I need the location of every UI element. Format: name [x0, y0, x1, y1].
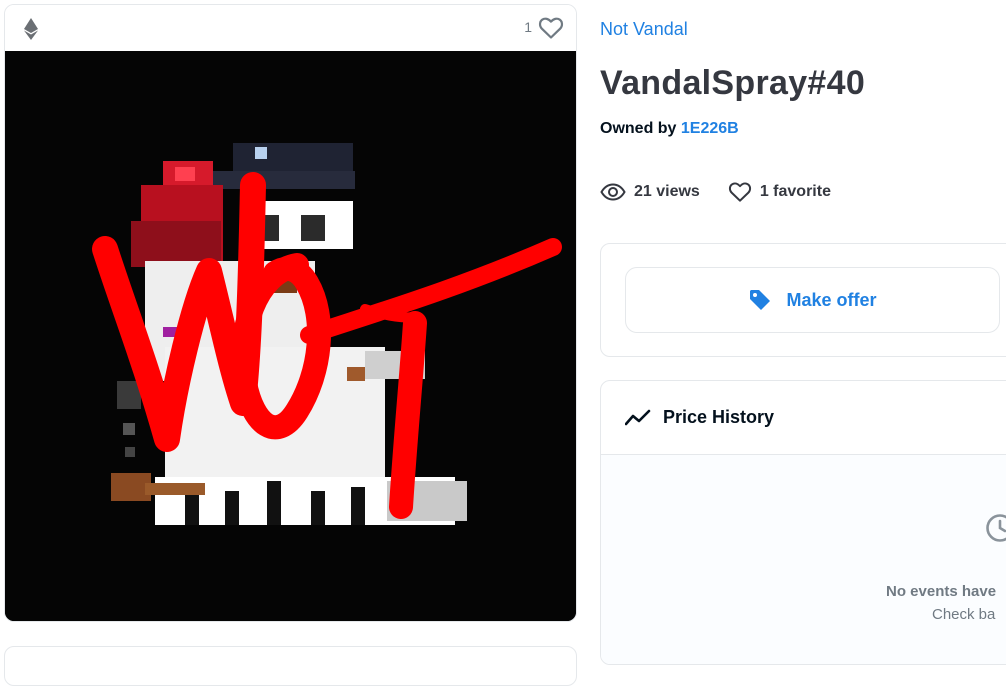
nft-title: VandalSpray#40 [600, 64, 865, 103]
clock-icon [985, 513, 1006, 543]
make-offer-button[interactable]: Make offer [625, 267, 1000, 333]
favorite-count: 1 [524, 19, 532, 35]
nft-media-card: 1 [4, 4, 577, 622]
owner-row: Owned by 1E226B [600, 120, 739, 138]
stats-row: 21 views 1 favorite [600, 181, 859, 203]
offer-panel: Make offer [600, 243, 1006, 357]
empty-state-subtitle: Check ba [932, 606, 995, 623]
details-card [4, 646, 577, 686]
owner-link[interactable]: 1E226B [681, 120, 739, 137]
eye-icon [600, 183, 626, 201]
views-stat: 21 views [600, 183, 700, 201]
collection-link[interactable]: Not Vandal [600, 19, 688, 40]
tag-icon [748, 288, 772, 312]
ethereum-icon [23, 18, 39, 40]
heart-icon[interactable] [538, 16, 564, 40]
media-header: 1 [5, 5, 576, 51]
empty-state-title: No events have [886, 583, 996, 600]
favorites-stat: 1 favorite [728, 181, 831, 203]
price-history-body: No events have Check ba [601, 455, 1006, 665]
nft-image[interactable] [5, 51, 576, 621]
views-count: 21 views [634, 183, 700, 201]
favorites-count: 1 favorite [760, 183, 831, 201]
owned-by-label: Owned by [600, 120, 676, 137]
price-history-header[interactable]: Price History [601, 381, 1006, 455]
trend-line-icon [625, 409, 651, 427]
price-history-title: Price History [663, 407, 774, 428]
make-offer-label: Make offer [786, 290, 876, 311]
heart-outline-icon [728, 181, 752, 203]
price-history-panel: Price History No events have Check ba [600, 380, 1006, 665]
nft-artwork [5, 51, 576, 621]
